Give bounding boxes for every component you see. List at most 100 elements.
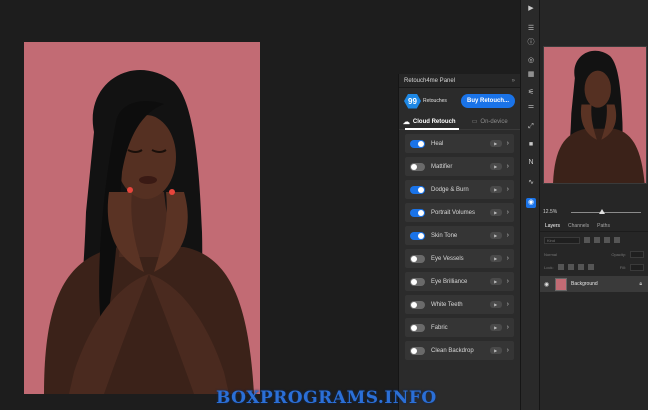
buy-retouch-button[interactable]: Buy Retouch... (460, 94, 515, 108)
play-icon[interactable]: ▶ (489, 255, 502, 262)
toggle-mattifier[interactable] (410, 162, 425, 171)
retouch-item-dodge-burn[interactable]: Dodge & Burn ▶ › (405, 180, 514, 199)
portrait-illustration (44, 70, 254, 394)
brush-settings-icon[interactable]: ⚟ (526, 88, 536, 98)
retouch-item-label: Dodge & Burn (431, 186, 469, 193)
transform-icon[interactable]: ⤢ (526, 122, 536, 132)
zoom-value[interactable]: 12.5% (543, 209, 557, 215)
navigator-zoom-row: 12.5% (540, 206, 648, 218)
retouch-panel-title: Retouch4me Panel (404, 77, 456, 84)
retouch-item-eye-brilliance[interactable]: Eye Brilliance ▶ › (405, 272, 514, 291)
layer-filter-row: Kind (544, 236, 644, 244)
chevron-right-icon[interactable]: › (507, 324, 509, 331)
filter-pixel-icon[interactable] (584, 237, 590, 243)
lock-pixels-icon[interactable] (557, 264, 564, 270)
navigator-preview[interactable] (543, 46, 647, 184)
zoom-slider-thumb[interactable] (599, 208, 606, 214)
toggle-fabric[interactable] (410, 323, 425, 332)
tab-channels[interactable]: Channels (568, 223, 589, 229)
color-wheel-icon[interactable]: ◎ (526, 56, 536, 66)
play-icon[interactable]: ▶ (489, 140, 502, 147)
filter-type-icon[interactable] (604, 237, 610, 243)
retouch-count-badge: 99 (404, 93, 421, 109)
toggle-clean-backdrop[interactable] (410, 346, 425, 355)
toggle-skin-tone[interactable] (410, 231, 425, 240)
adjustments-icon[interactable]: ☰ (526, 24, 536, 34)
play-icon[interactable]: ▶ (489, 163, 502, 170)
toggle-eye-brilliance[interactable] (410, 277, 425, 286)
toggle-white-teeth[interactable] (410, 300, 425, 309)
retouch-item-heal[interactable]: Heal ▶ › (405, 134, 514, 153)
retouch-item-label: Eye Vessels (431, 255, 464, 262)
zoom-slider[interactable] (571, 208, 642, 214)
lock-position-icon[interactable] (567, 264, 574, 270)
chevron-right-icon[interactable]: › (507, 140, 509, 147)
layer-row-background[interactable]: ◉ Background 🔒︎ (540, 276, 648, 292)
play-icon[interactable]: ▶ (489, 278, 502, 285)
tab-on-device[interactable]: ▭ On-device (460, 118, 521, 126)
retouch-mode-tabs: ☁ Cloud Retouch ▭ On-device (399, 114, 520, 130)
lock-all-icon[interactable] (587, 264, 594, 270)
eye-icon[interactable]: ◉ (544, 281, 551, 288)
play-icon[interactable]: ▶ (489, 301, 502, 308)
swatches-icon[interactable]: ▦ (526, 70, 536, 80)
layers-panel-tabs: Layers Channels Paths (540, 220, 648, 232)
play-icon[interactable]: ▶ (489, 347, 502, 354)
nbp-plugin-icon[interactable]: N (526, 158, 536, 168)
fill-label: Fill: (619, 264, 626, 270)
chevron-right-icon[interactable]: › (507, 347, 509, 354)
fill-input[interactable] (630, 263, 644, 271)
play-icon[interactable]: ▶ (489, 209, 502, 216)
retouch-item-clean-backdrop[interactable]: Clean Backdrop ▶ › (405, 341, 514, 360)
chevron-right-icon[interactable]: › (507, 301, 509, 308)
chevron-right-icon[interactable]: › (507, 255, 509, 262)
retouch-item-white-teeth[interactable]: White Teeth ▶ › (405, 295, 514, 314)
retouch-item-fabric[interactable]: Fabric ▶ › (405, 318, 514, 337)
retouch-item-skin-tone[interactable]: Skin Tone ▶ › (405, 226, 514, 245)
chevron-right-icon[interactable]: › (507, 209, 509, 216)
retouch-item-mattifier[interactable]: Mattifier ▶ › (405, 157, 514, 176)
tab-on-device-label: On-device (480, 118, 508, 125)
blend-mode-select[interactable]: Normal (544, 252, 584, 257)
curve-tool-icon[interactable]: ∿ (526, 178, 536, 188)
portrait-photo (24, 42, 260, 394)
toggle-eye-vessels[interactable] (410, 254, 425, 263)
play-icon[interactable]: ▶ (489, 324, 502, 331)
chevron-right-icon[interactable]: › (507, 186, 509, 193)
chevron-right-icon[interactable]: › (507, 232, 509, 239)
tab-layers[interactable]: Layers (545, 223, 560, 229)
cloud-icon: ☁ (402, 118, 410, 126)
info-icon[interactable]: ⓘ (526, 38, 536, 48)
layer-name: Background (571, 281, 598, 287)
retouch-plugin-list: Heal ▶ › Mattifier ▶ › Dodge & Burn ▶ › Portrait … (399, 130, 520, 360)
retouch-item-label: White Teeth (431, 301, 463, 308)
toggle-portrait-volumes[interactable] (410, 208, 425, 217)
retouch4me-icon[interactable]: ◉ (526, 198, 536, 208)
layer-blend-row: Normal Opacity: (544, 250, 644, 258)
tab-paths[interactable]: Paths (597, 223, 610, 229)
lock-artboard-icon[interactable] (577, 264, 584, 270)
tab-cloud-retouch[interactable]: ☁ Cloud Retouch (399, 118, 460, 126)
chevron-right-icon[interactable]: › (507, 163, 509, 170)
photoshop-window: ➤ Retouch4me Panel » 99 Retouches Buy Re… (0, 0, 648, 410)
panel-icon-strip: ▶ ☰ ⓘ ◎ ▦ ⚟ ⚌ ⤢ ■ N ∿ ◉ (520, 0, 540, 410)
toggle-heal[interactable] (410, 139, 425, 148)
filter-kind-select[interactable]: Kind (544, 236, 580, 244)
play-icon[interactable]: ▶ (489, 232, 502, 239)
chevron-right-icon[interactable]: › (507, 278, 509, 285)
retouch-item-portrait-volumes[interactable]: Portrait Volumes ▶ › (405, 203, 514, 222)
retouch-item-eye-vessels[interactable]: Eye Vessels ▶ › (405, 249, 514, 268)
filter-adjust-icon[interactable] (594, 237, 600, 243)
retouch-item-label: Portrait Volumes (431, 209, 476, 216)
opacity-input[interactable] (630, 250, 644, 258)
filter-shape-icon[interactable] (614, 237, 620, 243)
navigator-thumbnail (553, 50, 645, 183)
properties-icon[interactable]: ⚌ (526, 102, 536, 112)
retouch-panel: Retouch4me Panel » 99 Retouches Buy Reto… (398, 74, 520, 410)
play-icon[interactable]: ▶ (526, 4, 536, 14)
play-icon[interactable]: ▶ (489, 186, 502, 193)
collapse-icon[interactable]: » (512, 78, 515, 84)
toggle-dodge-burn[interactable] (410, 185, 425, 194)
layer-lock-row: Lock: Fill: (544, 263, 644, 271)
library-icon[interactable]: ■ (526, 140, 536, 150)
